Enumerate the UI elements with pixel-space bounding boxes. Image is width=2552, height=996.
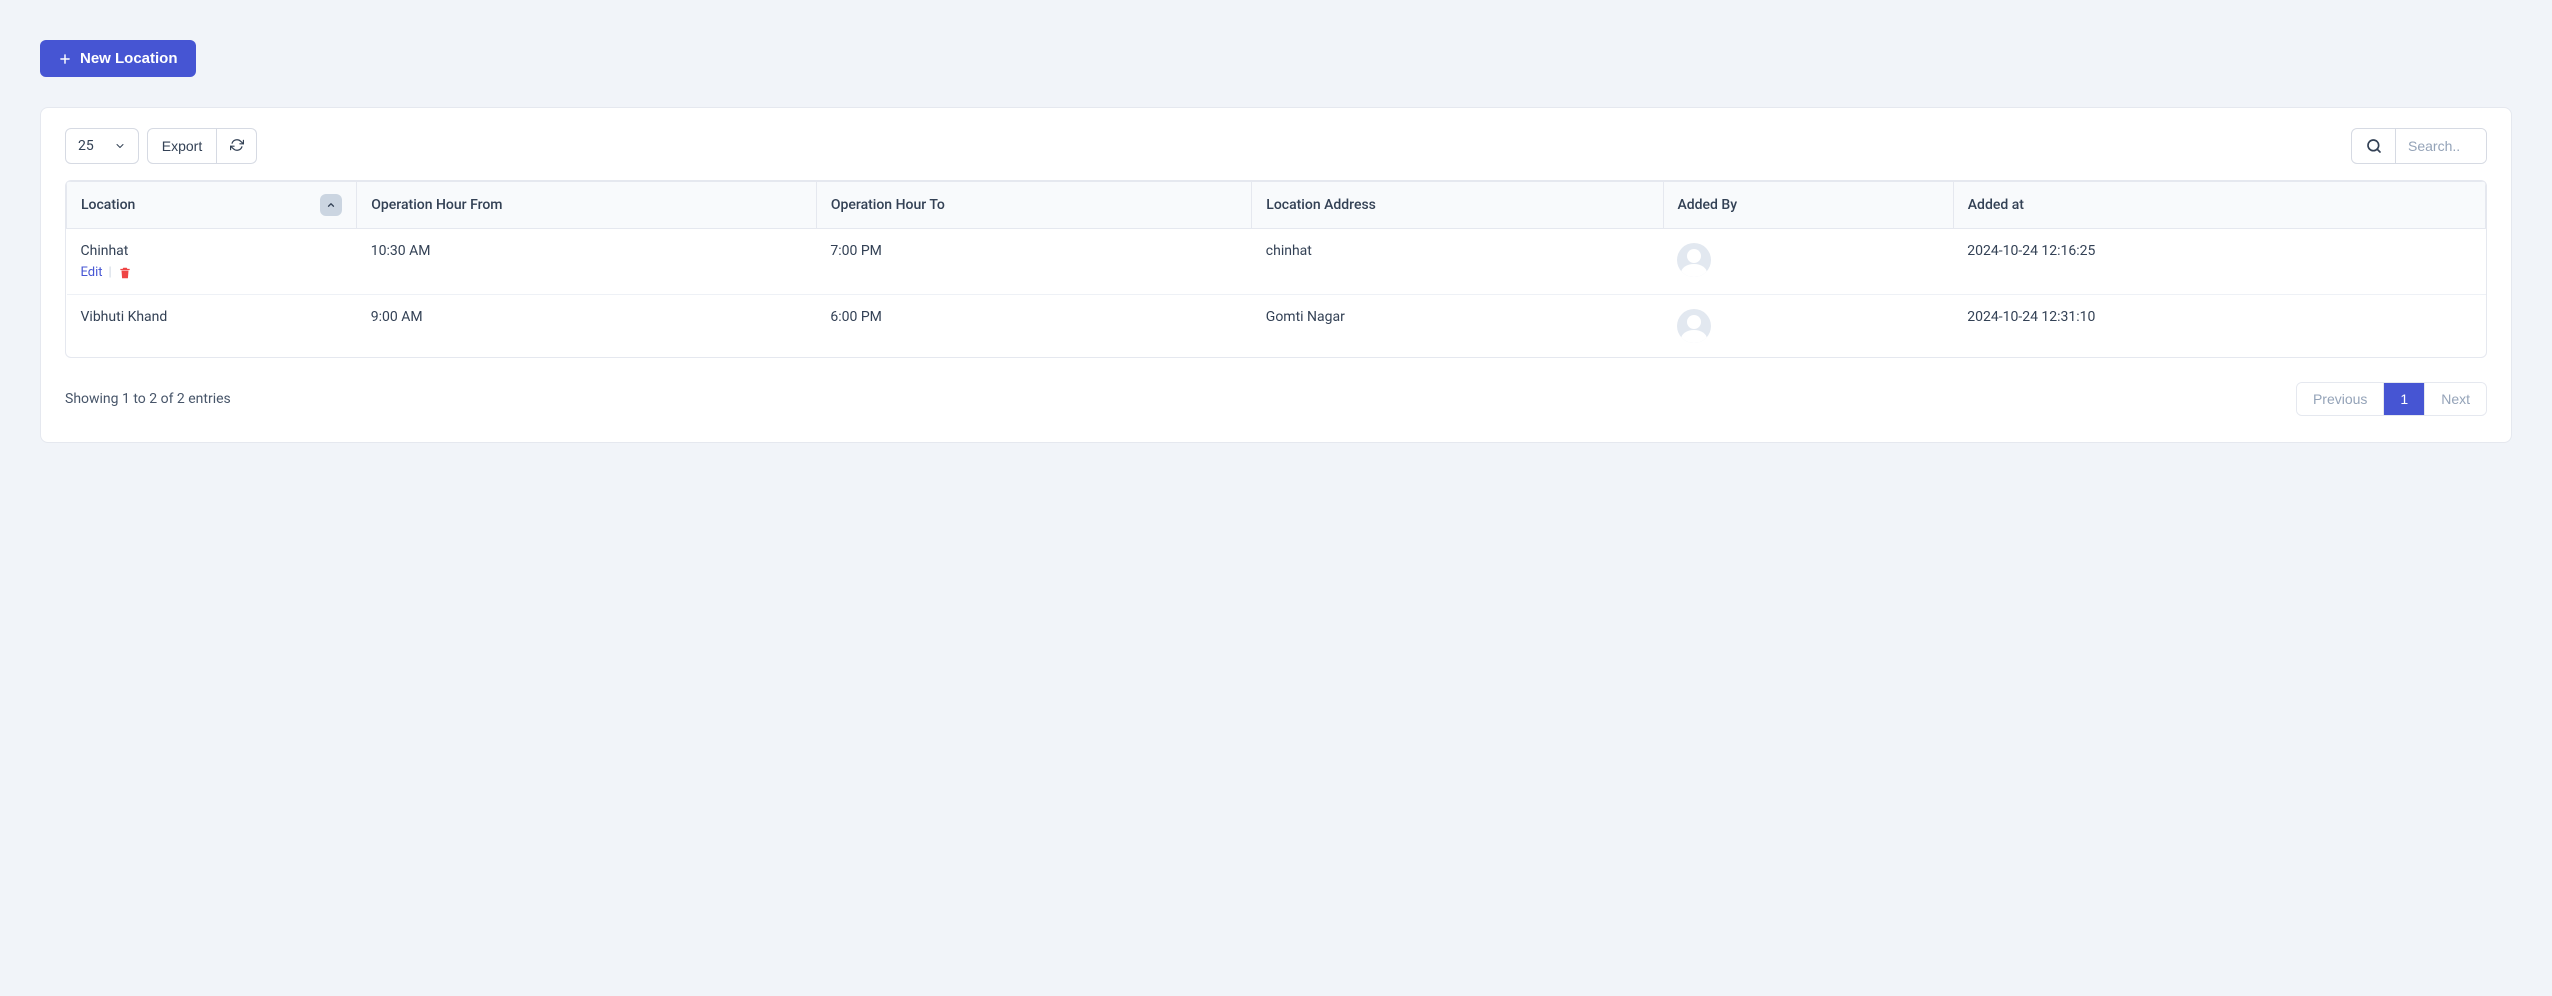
- column-header-hour-to[interactable]: Operation Hour To: [816, 182, 1251, 229]
- pagination-previous[interactable]: Previous: [2297, 383, 2384, 415]
- previous-label: Previous: [2313, 391, 2367, 407]
- action-divider: |: [109, 265, 112, 280]
- cell-hour-from: 10:30 AM: [357, 229, 817, 295]
- edit-link[interactable]: Edit: [81, 265, 103, 280]
- page-number: 1: [2400, 391, 2408, 407]
- cell-added-by: [1663, 295, 1953, 358]
- search-icon: [2352, 129, 2396, 163]
- avatar: [1677, 243, 1711, 277]
- column-header-location[interactable]: Location: [67, 182, 357, 229]
- cell-added-at: 2024-10-24 12:16:25: [1953, 229, 2485, 295]
- cell-hour-from: 9:00 AM: [357, 295, 817, 358]
- pagination-next[interactable]: Next: [2425, 383, 2486, 415]
- location-name: Vibhuti Khand: [81, 309, 343, 325]
- column-header-address[interactable]: Location Address: [1252, 182, 1663, 229]
- table-row[interactable]: Chinhat Edit | 10:30 AM7:00 PMchinhat 2024-1…: [67, 229, 2486, 295]
- location-name: Chinhat: [81, 243, 343, 259]
- pagination: Previous 1 Next: [2296, 382, 2487, 416]
- column-label: Added By: [1678, 197, 1738, 213]
- search-input[interactable]: [2396, 129, 2486, 163]
- table-footer: Showing 1 to 2 of 2 entries Previous 1 N…: [41, 358, 2511, 416]
- plus-icon: [58, 52, 72, 66]
- entries-info: Showing 1 to 2 of 2 entries: [65, 391, 231, 407]
- avatar: [1677, 309, 1711, 343]
- pagination-page-1[interactable]: 1: [2384, 383, 2425, 415]
- table-row[interactable]: Vibhuti Khand 9:00 AM6:00 PMGomti Nagar 20…: [67, 295, 2486, 358]
- cell-address: chinhat: [1252, 229, 1663, 295]
- column-label: Added at: [1968, 197, 2024, 213]
- button-group: Export: [147, 128, 257, 164]
- toolbar: 25 Export: [41, 128, 2511, 180]
- cell-location: Vibhuti Khand: [67, 295, 357, 358]
- toolbar-left: 25 Export: [65, 128, 257, 164]
- cell-address: Gomti Nagar: [1252, 295, 1663, 358]
- cell-added-by: [1663, 229, 1953, 295]
- column-label: Operation Hour From: [371, 197, 502, 213]
- new-location-button[interactable]: New Location: [40, 40, 196, 77]
- column-label: Location: [81, 197, 135, 213]
- export-label: Export: [162, 138, 202, 154]
- trash-icon[interactable]: [118, 266, 132, 280]
- chevron-down-icon: [114, 140, 126, 152]
- column-header-added-at[interactable]: Added at: [1953, 182, 2485, 229]
- cell-added-at: 2024-10-24 12:31:10: [1953, 295, 2485, 358]
- cell-location: Chinhat Edit |: [67, 229, 357, 295]
- page-size-value: 25: [78, 138, 94, 154]
- cell-hour-to: 6:00 PM: [816, 295, 1251, 358]
- sort-asc-icon: [320, 194, 342, 216]
- page-size-select[interactable]: 25: [65, 128, 139, 164]
- next-label: Next: [2441, 391, 2470, 407]
- export-button[interactable]: Export: [147, 128, 217, 164]
- search-wrapper: [2351, 128, 2487, 164]
- cell-hour-to: 7:00 PM: [816, 229, 1251, 295]
- table-container: Location Operation Hour From: [65, 180, 2487, 358]
- column-label: Location Address: [1266, 197, 1376, 213]
- refresh-button[interactable]: [217, 128, 257, 164]
- column-header-added-by[interactable]: Added By: [1663, 182, 1953, 229]
- new-location-label: New Location: [80, 50, 178, 67]
- column-header-hour-from[interactable]: Operation Hour From: [357, 182, 817, 229]
- locations-table: Location Operation Hour From: [66, 181, 2486, 357]
- locations-card: 25 Export: [40, 107, 2512, 443]
- refresh-icon: [230, 138, 244, 155]
- column-label: Operation Hour To: [831, 197, 945, 213]
- row-actions: Edit |: [81, 265, 343, 280]
